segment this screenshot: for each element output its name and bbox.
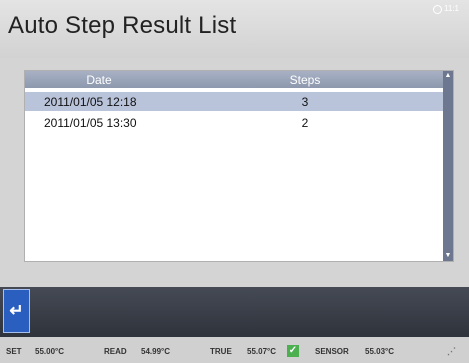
row-date: 2011/01/05 13:30 [44,116,137,130]
clock-text: 11:1 [444,4,459,13]
true-value: 55.07°C [247,347,276,356]
set-label: SET [6,347,22,356]
set-value: 55.00°C [35,347,64,356]
true-label: TRUE [210,347,232,356]
row-date: 2011/01/05 12:18 [44,95,137,109]
row-steps: 2 [301,116,309,130]
column-header-date[interactable]: Date [67,73,131,87]
signal-icon: ⋰ [447,346,456,356]
status-bar: SET 55.00°C READ 54.99°C TRUE 55.07°C ✓ … [0,337,469,363]
column-header-steps[interactable]: Steps [275,73,335,87]
title-bar: Auto Step Result List 11:1 [0,0,469,58]
table-row[interactable]: 2011/01/05 12:18 3 [25,92,443,111]
page-title: Auto Step Result List [8,12,237,39]
bottom-toolbar [0,287,469,337]
result-list-panel: Date Steps 2011/01/05 12:18 3 2011/01/05… [24,70,454,262]
sensor-label: SENSOR [315,347,349,356]
vertical-scrollbar[interactable]: ▲ ▼ [443,71,453,261]
table-header: Date Steps [25,71,443,88]
check-icon: ✓ [287,345,299,357]
read-value: 54.99°C [141,347,170,356]
sensor-value: 55.03°C [365,347,394,356]
read-label: READ [104,347,127,356]
clock-icon [433,5,442,14]
row-steps: 3 [301,95,309,109]
table-row[interactable]: 2011/01/05 13:30 2 [25,113,443,132]
scroll-up-icon[interactable]: ▲ [443,71,453,81]
return-arrow-icon: ↵ [9,301,24,320]
scroll-down-icon[interactable]: ▼ [443,251,453,261]
back-button[interactable]: ↵ [3,289,30,333]
